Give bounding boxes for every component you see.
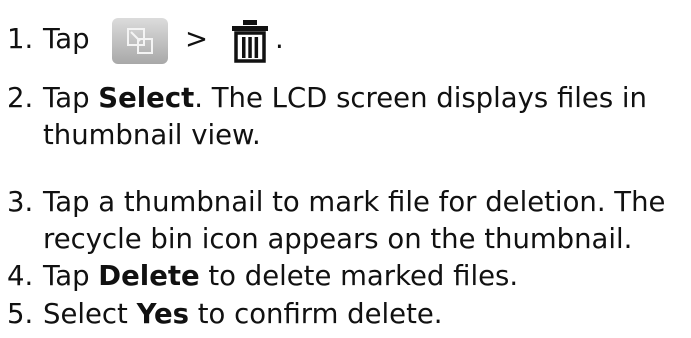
step-1-tap-text: Tap [43,23,90,55]
select-keyword: Select [98,82,195,114]
step-number: 3. [7,186,34,218]
step-number: 2. [7,82,34,114]
step-5: 5. Select Yes to confirm delete. [7,296,443,333]
step-1: 1. Tap > . [7,10,284,68]
step-3-line-1: Tap a thumbnail to mark file for deletio… [43,186,666,218]
step-2-line-1: Tap Select. The LCD screen displays file… [43,80,647,117]
step-3: 3. Tap a thumbnail to mark file for dele… [7,184,665,258]
step-5-text: to confirm delete. [189,298,443,330]
step-number: 4. [7,260,34,292]
step-2: 2. Tap Select. The LCD screen displays f… [7,80,647,154]
step-1-period: . [275,23,284,55]
step-number: 1. [7,23,34,55]
trash-icon [232,20,268,63]
step-4-text: Tap [43,260,99,292]
step-4: 4. Tap Delete to delete marked files. [7,258,518,295]
step-2-text: . The LCD screen displays files in [194,82,647,114]
step-2-text: Tap [43,82,99,114]
delete-keyword: Delete [98,260,200,292]
thumbnail-view-button-icon[interactable] [112,18,168,64]
step-1-separator: > [185,23,209,55]
step-3-line-2: recycle bin icon appears on the thumbnai… [43,223,633,255]
yes-keyword: Yes [136,298,189,330]
step-4-text: to delete marked files. [199,260,519,292]
step-5-text: Select [43,298,137,330]
step-number: 5. [7,298,34,330]
step-2-line-2: thumbnail view. [43,119,261,151]
